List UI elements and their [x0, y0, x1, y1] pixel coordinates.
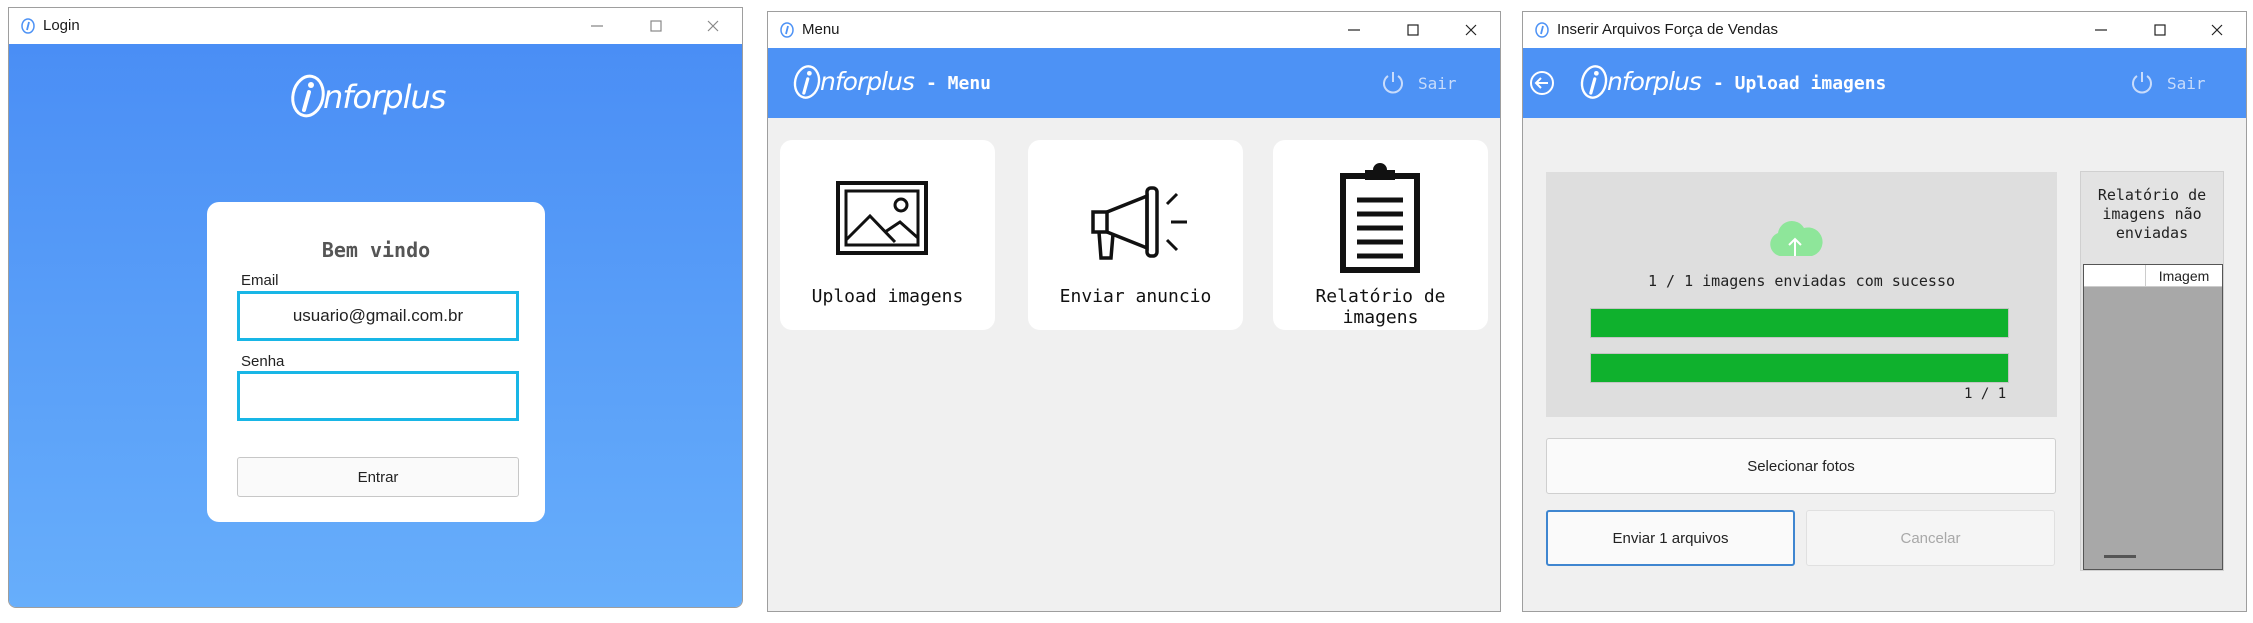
maximize-icon[interactable]	[646, 16, 666, 36]
tile-label: Upload imagens	[811, 286, 964, 307]
title-bar: Login	[9, 8, 742, 44]
close-icon[interactable]	[2207, 20, 2227, 40]
header-title: - Upload imagens	[1713, 73, 1887, 94]
progress-bar-secondary	[1590, 353, 2009, 383]
close-icon[interactable]	[703, 16, 723, 36]
upload-panel: 1 / 1 imagens enviadas com sucesso 1 / 1	[1546, 172, 2057, 417]
password-field[interactable]	[237, 371, 519, 421]
upload-count: 1 / 1	[1964, 386, 2007, 402]
logout-button[interactable]: Sair	[2167, 74, 2206, 93]
grid-scrollbar[interactable]	[2104, 555, 2136, 558]
grid-row-header	[2084, 265, 2146, 287]
window-title: Login	[43, 17, 80, 34]
app-icon	[780, 22, 794, 38]
back-arrow-icon[interactable]	[1529, 70, 1555, 96]
grid-column-image[interactable]: Imagem	[2146, 268, 2222, 284]
close-icon[interactable]	[1461, 20, 1481, 40]
login-card: Bem vindo Email usuario@gmail.com.br Sen…	[207, 202, 545, 522]
minimize-icon[interactable]	[587, 16, 607, 36]
minimize-icon[interactable]	[2091, 20, 2111, 40]
brand-name: nforplus	[820, 67, 915, 96]
title-bar: Menu	[768, 12, 1500, 48]
menu-window: Menu nforplus - Menu Sair Upload imagens	[767, 11, 1501, 612]
upload-status: 1 / 1 imagens enviadas com sucesso	[1647, 272, 1956, 290]
image-icon	[836, 181, 928, 255]
maximize-icon[interactable]	[2150, 20, 2170, 40]
cancel-button[interactable]: Cancelar	[1806, 510, 2055, 566]
tile-send-ad[interactable]: Enviar anuncio	[1028, 140, 1243, 330]
header-bar: nforplus - Menu Sair	[768, 48, 1500, 118]
window-title: Inserir Arquivos Força de Vendas	[1557, 21, 1778, 38]
tile-upload-images[interactable]: Upload imagens	[780, 140, 995, 330]
title-bar: Inserir Arquivos Força de Vendas	[1523, 12, 2246, 48]
welcome-heading: Bem vindo	[321, 238, 431, 262]
clipboard-icon	[1340, 163, 1420, 273]
window-title: Menu	[802, 21, 840, 38]
grid-header: Imagem	[2084, 265, 2222, 287]
failed-images-title: Relatório de imagens não enviadas	[2097, 186, 2207, 242]
power-icon[interactable]	[1380, 70, 1406, 96]
header-bar: nforplus - Upload imagens Sair	[1523, 48, 2246, 118]
app-icon	[1535, 22, 1549, 38]
email-field[interactable]: usuario@gmail.com.br	[237, 291, 519, 341]
login-background: nforplus Bem vindo Email usuario@gmail.c…	[9, 44, 742, 607]
minimize-icon[interactable]	[1344, 20, 1364, 40]
logout-button[interactable]: Sair	[1418, 74, 1457, 93]
brand-i-icon	[291, 74, 325, 118]
app-icon	[21, 18, 35, 34]
login-button[interactable]: Entrar	[237, 457, 519, 497]
tile-label: Enviar anuncio	[1059, 286, 1212, 307]
login-window: Login nforplus Bem vindo Email usuario@g…	[8, 7, 743, 608]
progress-bar-primary	[1590, 308, 2009, 338]
brand-i-icon	[793, 65, 821, 99]
email-label: Email	[241, 272, 279, 289]
failed-images-grid[interactable]: Imagem	[2083, 264, 2223, 570]
failed-images-panel: Relatório de imagens não enviadas Imagem	[2080, 171, 2224, 571]
megaphone-icon	[1091, 186, 1187, 260]
tile-label: Relatório de imagens	[1315, 286, 1446, 328]
maximize-icon[interactable]	[1403, 20, 1423, 40]
brand-i-icon	[1580, 65, 1608, 99]
power-icon[interactable]	[2129, 70, 2155, 96]
header-title: - Menu	[926, 73, 992, 94]
cloud-upload-icon	[1770, 220, 1823, 256]
brand-name: nforplus	[1607, 67, 1702, 96]
send-files-button[interactable]: Enviar 1 arquivos	[1546, 510, 1795, 566]
password-label: Senha	[241, 353, 285, 370]
select-photos-button[interactable]: Selecionar fotos	[1546, 438, 2056, 494]
brand-name: nforplus	[323, 78, 446, 116]
tile-image-report[interactable]: Relatório de imagens	[1273, 140, 1488, 330]
upload-window: Inserir Arquivos Força de Vendas nforplu…	[1522, 11, 2247, 612]
